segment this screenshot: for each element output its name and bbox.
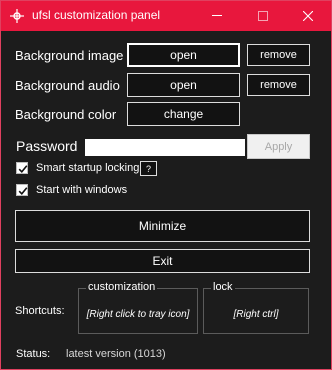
customization-window: ufsl customization panel Background imag… xyxy=(0,0,332,370)
minimize-icon xyxy=(212,15,222,16)
start-with-windows-label[interactable]: Start with windows xyxy=(36,184,127,196)
window-title: ufsl customization panel xyxy=(32,8,161,22)
status-value: latest version (1013) xyxy=(66,348,166,360)
minimize-window-button[interactable] xyxy=(194,1,240,31)
maximize-icon xyxy=(258,11,268,21)
shortcuts-label: Shortcuts: xyxy=(15,305,65,317)
checkmark-icon xyxy=(18,165,28,173)
maximize-window-button[interactable] xyxy=(240,1,286,31)
status-label: Status: xyxy=(16,348,51,360)
background-image-label: Background image xyxy=(15,48,124,63)
smart-startup-checkbox[interactable] xyxy=(16,162,28,174)
smart-startup-label[interactable]: Smart startup locking xyxy=(36,162,139,174)
app-icon xyxy=(9,8,25,24)
smart-startup-help-button[interactable]: ? xyxy=(140,161,157,176)
close-icon xyxy=(303,11,313,21)
background-audio-label: Background audio xyxy=(15,78,120,93)
apply-button[interactable]: Apply xyxy=(247,134,310,159)
title-bar[interactable]: ufsl customization panel xyxy=(1,1,331,31)
background-audio-remove-button[interactable]: remove xyxy=(247,74,310,96)
close-window-button[interactable] xyxy=(285,1,331,31)
customization-shortcut-value[interactable]: [Right click to tray icon] xyxy=(79,309,197,320)
background-color-change-button[interactable]: change xyxy=(127,102,240,126)
customization-shortcut-title: customization xyxy=(86,281,158,293)
customization-shortcut-group: customization [Right click to tray icon] xyxy=(78,281,198,334)
lock-shortcut-group: lock [Right ctrl] xyxy=(203,281,309,334)
background-image-open-button[interactable]: open xyxy=(127,43,240,67)
exit-button[interactable]: Exit xyxy=(15,249,310,273)
checkmark-icon xyxy=(18,187,28,195)
lock-shortcut-title: lock xyxy=(211,281,235,293)
password-input[interactable] xyxy=(85,139,245,156)
background-image-remove-button[interactable]: remove xyxy=(247,44,310,66)
background-audio-open-button[interactable]: open xyxy=(127,73,240,97)
lock-shortcut-value[interactable]: [Right ctrl] xyxy=(204,309,308,320)
minimize-button[interactable]: Minimize xyxy=(15,210,310,242)
password-label: Password xyxy=(16,138,78,154)
start-with-windows-checkbox[interactable] xyxy=(16,184,28,196)
background-color-label: Background color xyxy=(15,107,117,122)
